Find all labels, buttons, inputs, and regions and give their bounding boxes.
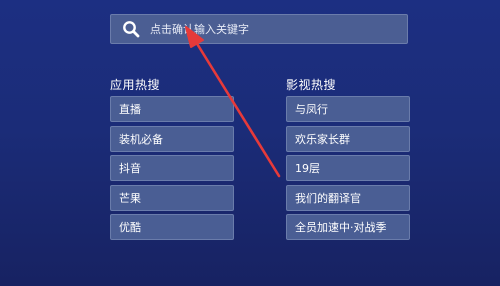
video-item-1[interactable]: 与凤行 [286,96,410,122]
video-item-4[interactable]: 我们的翻译官 [286,184,410,211]
app-hot-search-list: 直播 装机必备 抖音 芒果 优酷 [110,96,234,244]
app-item-live[interactable]: 直播 [110,96,234,122]
app-item-youku[interactable]: 优酷 [110,214,234,240]
app-item-essentials[interactable]: 装机必备 [110,125,234,152]
app-item-mango[interactable]: 芒果 [110,184,234,211]
search-icon[interactable] [121,19,141,39]
video-item-5[interactable]: 全员加速中·对战季 [286,214,410,240]
video-hot-search-list: 与凤行 欢乐家长群 19层 我们的翻译官 全员加速中·对战季 [286,96,410,244]
video-hot-search-title: 影视热搜 [286,78,337,92]
search-bar[interactable] [110,14,408,44]
search-screen: 应用热搜 直播 装机必备 抖音 芒果 优酷 影视热搜 与凤行 欢乐家长群 19层… [0,0,500,286]
video-item-3[interactable]: 19层 [286,155,410,181]
video-item-2[interactable]: 欢乐家长群 [286,125,410,152]
search-input[interactable] [150,19,407,39]
app-hot-search-title: 应用热搜 [110,78,161,92]
app-item-douyin[interactable]: 抖音 [110,155,234,181]
